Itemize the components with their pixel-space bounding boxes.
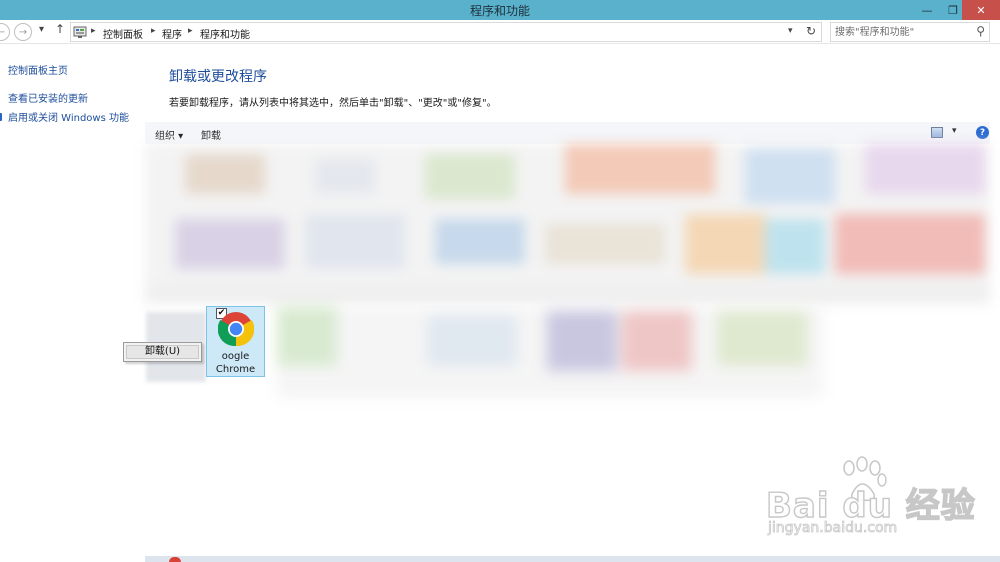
- view-options-icon[interactable]: [931, 127, 943, 138]
- command-toolbar: 组织 ▾ 卸载 ▾ ?: [145, 122, 990, 144]
- search-icon[interactable]: ⚲: [976, 24, 985, 38]
- close-button[interactable]: ✕: [962, 0, 1000, 20]
- sidebar: 控制面板主页 查看已安装的更新 启用或关闭 Windows 功能: [0, 44, 145, 562]
- context-menu: 卸载(U): [123, 342, 202, 362]
- forward-button[interactable]: →: [14, 23, 32, 41]
- address-bar[interactable]: ▸ 控制面板 ▸ 程序 ▸ 程序和功能 ▾ ↻: [70, 22, 822, 42]
- details-pane: [145, 556, 1000, 562]
- help-icon[interactable]: ?: [976, 126, 989, 139]
- program-name-line2: Chrome: [215, 364, 256, 375]
- recent-locations-dropdown[interactable]: ▾: [39, 24, 44, 35]
- sidebar-item-installed-updates[interactable]: 查看已安装的更新: [8, 90, 88, 105]
- page-title: 卸载或更改程序: [169, 69, 267, 85]
- breadcrumb-programs-and-features[interactable]: 程序和功能: [200, 26, 250, 41]
- organize-button[interactable]: 组织 ▾: [155, 127, 183, 142]
- search-box[interactable]: ⚲: [830, 22, 990, 42]
- window-title: 程序和功能: [469, 4, 530, 18]
- sidebar-item-windows-features[interactable]: 启用或关闭 Windows 功能: [8, 109, 129, 124]
- breadcrumb-control-panel[interactable]: 控制面板: [103, 26, 143, 41]
- program-icon-partial: [169, 557, 181, 562]
- breadcrumb-separator: ▸: [91, 26, 96, 36]
- address-dropdown-icon[interactable]: ▾: [788, 26, 793, 36]
- control-panel-icon: [73, 26, 87, 38]
- sidebar-item-control-panel-home[interactable]: 控制面板主页: [8, 62, 68, 77]
- back-button[interactable]: ←: [0, 23, 10, 41]
- shield-icon: [0, 113, 2, 121]
- navigation-bar: ← → ▾ ↑ ▸ 控制面板 ▸ 程序 ▸ 程序和功能 ▾ ↻ ⚲: [0, 20, 1000, 44]
- watermark-url: jingyan.baidu.com: [768, 520, 898, 537]
- baidu-watermark: Bai du 经验 jingyan.baidu.com: [760, 456, 975, 546]
- minimize-button[interactable]: —: [914, 0, 940, 20]
- breadcrumb-separator: ▸: [188, 26, 193, 36]
- program-tile-google-chrome[interactable]: ✔ oogle Chrome: [206, 306, 265, 377]
- uninstall-button[interactable]: 卸载: [201, 127, 221, 142]
- program-name-line1: oogle: [221, 351, 250, 362]
- program-list-obscured: [145, 144, 990, 304]
- page-description: 若要卸载程序，请从列表中将其选中，然后单击"卸载"、"更改"或"修复"。: [169, 98, 497, 109]
- programs-and-features-window: 程序和功能 — ❐ ✕ ← → ▾ ↑ ▸ 控制面板 ▸ 程序 ▸ 程序和功能 …: [0, 0, 1000, 562]
- search-input[interactable]: [835, 25, 965, 39]
- context-menu-uninstall[interactable]: 卸载(U): [126, 345, 199, 359]
- title-bar: 程序和功能 — ❐ ✕: [0, 0, 1000, 20]
- program-list-obscured-row: [277, 306, 823, 398]
- breadcrumb-programs[interactable]: 程序: [162, 26, 182, 41]
- view-dropdown-icon[interactable]: ▾: [952, 126, 957, 136]
- chrome-icon: [218, 312, 254, 347]
- program-name: oogle Chrome: [207, 350, 264, 376]
- up-button[interactable]: ↑: [55, 22, 65, 36]
- breadcrumb-separator: ▸: [151, 26, 156, 36]
- refresh-icon[interactable]: ↻: [806, 24, 816, 38]
